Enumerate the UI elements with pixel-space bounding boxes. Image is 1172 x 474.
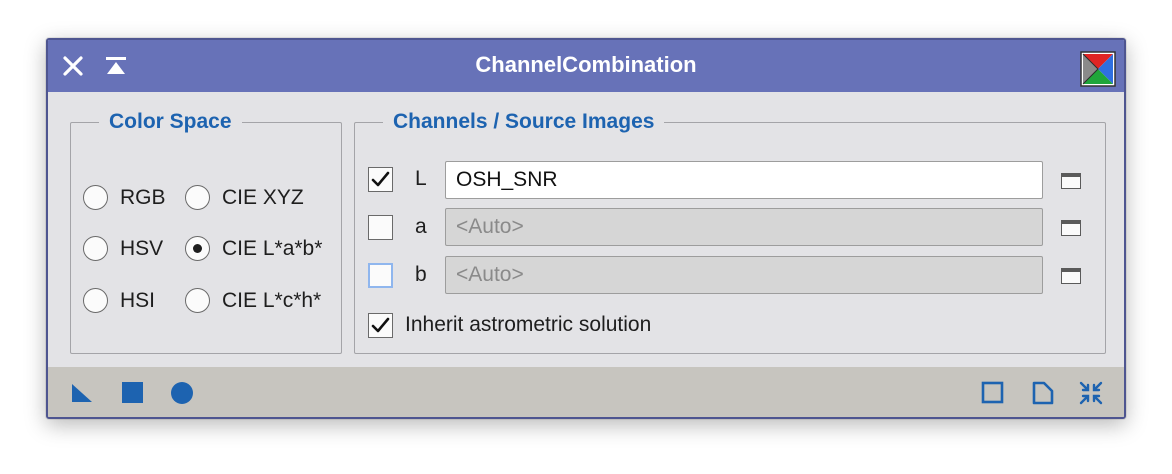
- titlebar[interactable]: ChannelCombination: [48, 40, 1124, 92]
- channels-logo-icon: [1080, 51, 1116, 87]
- channel-a-label: a: [415, 215, 427, 238]
- collapse-icon[interactable]: [1078, 380, 1104, 406]
- reset-icon[interactable]: [1030, 380, 1056, 406]
- color-space-group: Color Space RGB CIE XYZ HSV CIE L*a*b* H…: [70, 109, 342, 354]
- checkmark-icon: [371, 317, 390, 333]
- inherit-astrometric-label: Inherit astrometric solution: [405, 313, 652, 336]
- radio-rgb[interactable]: RGB: [83, 185, 166, 210]
- channel-l-select-view-button[interactable]: [1061, 173, 1081, 189]
- radio-cie-lch[interactable]: CIE L*c*h*: [185, 288, 321, 313]
- radio-label: CIE XYZ: [222, 185, 304, 209]
- radio-label: CIE L*a*b*: [222, 236, 323, 260]
- channel-l-checkbox[interactable]: [368, 167, 393, 192]
- radio-hsi[interactable]: HSI: [83, 288, 155, 313]
- channel-l-label: L: [415, 167, 427, 190]
- preview-icon[interactable]: [980, 380, 1006, 406]
- close-icon[interactable]: [62, 55, 84, 77]
- radio-cie-lab[interactable]: CIE L*a*b*: [185, 236, 322, 261]
- channel-a-checkbox[interactable]: [368, 215, 393, 240]
- radio-label: RGB: [120, 185, 166, 209]
- channel-b-select-view-button[interactable]: [1061, 268, 1081, 284]
- channels-group: Channels / Source Images L OSH_SNR a <Au…: [354, 109, 1106, 354]
- inherit-astrometric-checkbox[interactable]: [368, 313, 393, 338]
- window-title: ChannelCombination: [475, 52, 697, 77]
- channel-l-image-field[interactable]: OSH_SNR: [445, 161, 1043, 199]
- channel-b-checkbox[interactable]: [368, 263, 393, 288]
- channel-b-label: b: [415, 263, 427, 286]
- apply-global-icon[interactable]: [169, 380, 195, 406]
- radio-label: HSV: [120, 236, 164, 260]
- radio-cie-xyz[interactable]: CIE XYZ: [185, 185, 304, 210]
- color-space-title: Color Space: [99, 109, 242, 135]
- bottom-toolbar: [48, 367, 1124, 417]
- channel-combination-window: ChannelCombination Color Space RGB CIE X…: [46, 38, 1126, 419]
- new-instance-icon[interactable]: [70, 380, 96, 406]
- radio-hsv[interactable]: HSV: [83, 236, 163, 261]
- radio-label: HSI: [120, 288, 156, 312]
- radio-indicator[interactable]: [185, 185, 210, 210]
- channel-a-select-view-button[interactable]: [1061, 220, 1081, 236]
- radio-label: CIE L*c*h*: [222, 288, 322, 312]
- apply-icon[interactable]: [120, 380, 146, 406]
- radio-indicator[interactable]: [185, 236, 210, 261]
- radio-indicator[interactable]: [185, 288, 210, 313]
- radio-indicator[interactable]: [83, 185, 108, 210]
- radio-indicator[interactable]: [83, 288, 108, 313]
- channel-b-image-field[interactable]: <Auto>: [445, 256, 1043, 294]
- radio-indicator[interactable]: [83, 236, 108, 261]
- channels-title: Channels / Source Images: [383, 109, 665, 135]
- checkmark-icon: [371, 171, 390, 187]
- shade-icon[interactable]: [104, 55, 128, 79]
- channel-a-image-field[interactable]: <Auto>: [445, 208, 1043, 246]
